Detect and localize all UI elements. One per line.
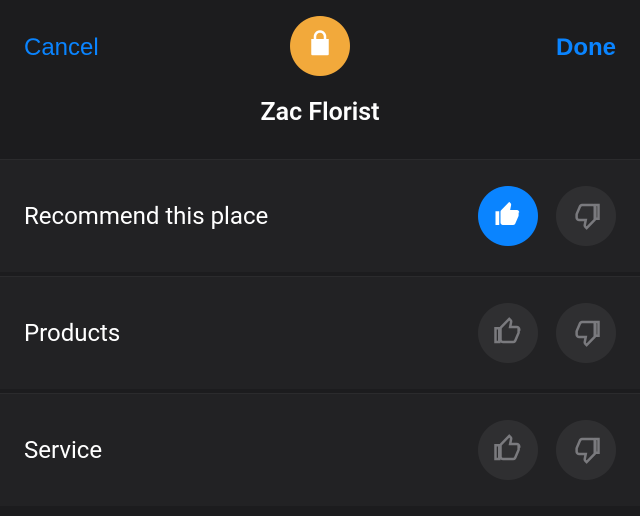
thumbs-down-button[interactable]: [556, 303, 616, 363]
avatar-wrap: [290, 16, 350, 76]
thumbs-up-button[interactable]: [478, 303, 538, 363]
thumbs-group: [478, 186, 616, 246]
row-label: Products: [24, 319, 120, 347]
thumbs-down-button[interactable]: [556, 186, 616, 246]
rating-list: Recommend this place Products: [0, 159, 640, 506]
thumbs-down-button[interactable]: [556, 420, 616, 480]
list-item: Service: [0, 393, 640, 506]
done-button[interactable]: Done: [556, 34, 616, 62]
thumbs-up-icon: [493, 317, 523, 350]
thumbs-up-button[interactable]: [478, 186, 538, 246]
thumbs-up-button[interactable]: [478, 420, 538, 480]
thumbs-up-icon: [493, 200, 523, 233]
thumbs-group: [478, 303, 616, 363]
shopping-bag-icon: [305, 29, 335, 63]
thumbs-down-icon: [571, 200, 601, 233]
list-item: Products: [0, 276, 640, 389]
avatar: [290, 16, 350, 76]
cancel-button[interactable]: Cancel: [24, 34, 99, 62]
thumbs-group: [478, 420, 616, 480]
thumbs-up-icon: [493, 434, 523, 467]
page-title: Zac Florist: [24, 98, 616, 127]
thumbs-down-icon: [571, 434, 601, 467]
row-label: Recommend this place: [24, 202, 268, 230]
list-item: Recommend this place: [0, 159, 640, 272]
row-label: Service: [24, 436, 102, 464]
header: Cancel Done Zac Florist: [0, 0, 640, 145]
thumbs-down-icon: [571, 317, 601, 350]
